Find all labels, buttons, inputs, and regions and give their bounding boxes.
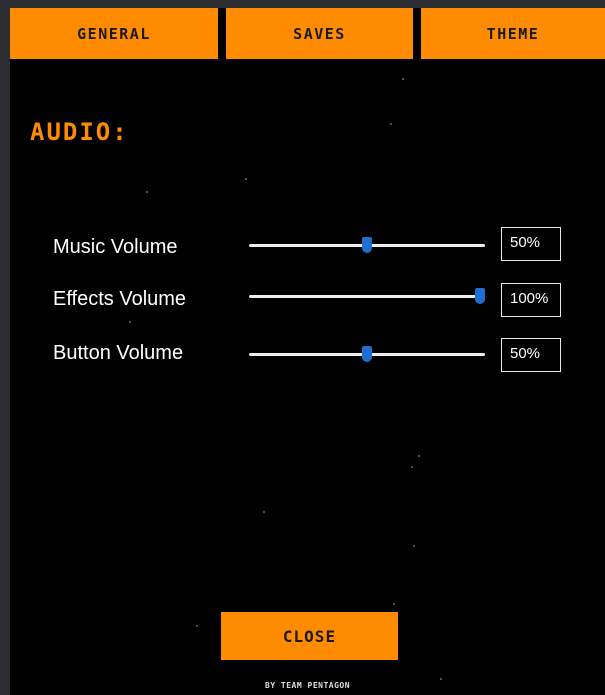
background-star	[440, 678, 442, 680]
button-volume-slider-thumb[interactable]	[362, 346, 372, 362]
background-star	[146, 191, 148, 193]
effects-volume-slider-thumb[interactable]	[475, 288, 485, 304]
music-volume-slider[interactable]	[249, 237, 485, 253]
close-button[interactable]: CLOSE	[221, 612, 398, 660]
button-volume-label: Button Volume	[53, 342, 184, 364]
background-star	[196, 625, 198, 627]
background-star	[393, 603, 395, 605]
music-volume-slider-thumb[interactable]	[362, 237, 372, 253]
app-frame: GENERAL SAVES THEME AUDIO: Music Volume …	[0, 0, 605, 695]
background-star	[263, 511, 265, 513]
background-star	[411, 466, 413, 468]
effects-volume-slider[interactable]	[249, 288, 485, 304]
button-volume-value: 50%	[501, 338, 561, 372]
background-star	[413, 545, 415, 547]
effects-volume-value: 100%	[501, 283, 561, 317]
background-star	[402, 78, 404, 80]
audio-section-heading: AUDIO:	[30, 118, 129, 146]
settings-panel: GENERAL SAVES THEME AUDIO: Music Volume …	[10, 8, 605, 695]
tab-general[interactable]: GENERAL	[10, 8, 218, 59]
button-volume-slider[interactable]	[249, 346, 485, 362]
background-star	[418, 455, 420, 457]
background-star	[129, 321, 131, 323]
background-star	[390, 123, 392, 125]
music-volume-label: Music Volume	[53, 236, 178, 258]
tab-theme[interactable]: THEME	[421, 8, 605, 59]
music-volume-value: 50%	[501, 227, 561, 261]
background-star	[245, 178, 247, 180]
team-credit: BY TEAM PENTAGON	[264, 681, 351, 690]
tab-saves[interactable]: SAVES	[226, 8, 413, 59]
effects-volume-label: Effects Volume	[53, 288, 187, 310]
